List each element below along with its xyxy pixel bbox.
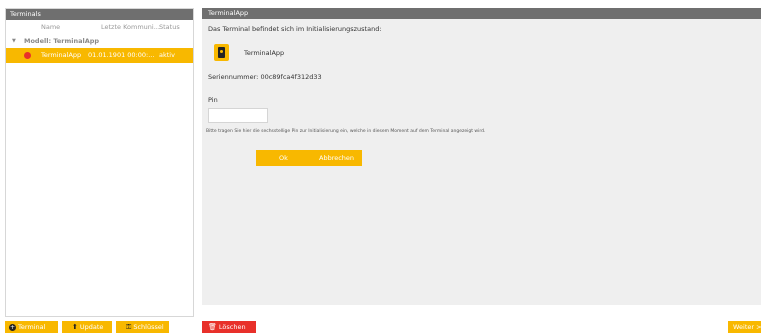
column-last-communication[interactable]: Letzte Kommuni...: [101, 20, 160, 35]
delete-button[interactable]: 🗑 Löschen: [202, 321, 256, 333]
detail-panel-title: TerminalApp: [202, 8, 761, 19]
terminal-detail-panel: TerminalApp Das Terminal befindet sich i…: [202, 8, 761, 305]
pin-hint: Bitte tragen Sie hier die sechsstellige …: [206, 129, 486, 134]
terminal-app-icon: [214, 44, 229, 61]
serial-number: Seriennummer: 00c89fca4f312d33: [208, 73, 322, 81]
key-label: Schlüssel: [133, 323, 164, 331]
next-label: Weiter: [733, 323, 755, 331]
chevron-down-icon[interactable]: ▼: [12, 35, 16, 48]
cancel-button[interactable]: Abbrechen: [319, 150, 354, 166]
update-label: Update: [79, 323, 104, 331]
terminal-app-name: TerminalApp: [244, 49, 285, 57]
status-dot-icon: [24, 52, 31, 59]
add-terminal-button[interactable]: + Terminal: [5, 321, 58, 333]
key-icon: ⚿: [126, 323, 132, 331]
pin-input[interactable]: [208, 108, 268, 123]
terminal-row-status: aktiv: [159, 51, 175, 59]
upload-icon: ⬆: [72, 323, 78, 331]
next-button[interactable]: Weiter >: [728, 321, 761, 333]
terminals-column-header: Name Letzte Kommuni... Status: [6, 20, 193, 35]
init-state-message: Das Terminal befindet sich im Initialisi…: [208, 25, 382, 33]
action-button-bar: Ok Abbrechen: [256, 150, 362, 166]
key-button[interactable]: ⚿ Schlüssel: [116, 321, 169, 333]
group-label: Modell: TerminalApp: [24, 37, 100, 45]
terminals-panel-title: Terminals: [6, 9, 193, 20]
chevron-right-icon: >: [754, 323, 761, 331]
delete-label: Löschen: [218, 323, 246, 331]
column-status[interactable]: Status: [159, 20, 180, 35]
terminals-panel: Terminals Name Letzte Kommuni... Status …: [5, 8, 194, 317]
terminal-row[interactable]: TerminalApp 01.01.1901 00:00:... aktiv: [6, 48, 193, 63]
column-name[interactable]: Name: [41, 20, 60, 35]
add-terminal-label: Terminal: [18, 323, 46, 331]
pin-label: Pin: [208, 96, 218, 104]
ok-button[interactable]: Ok: [279, 150, 288, 166]
terminal-row-last-comm: 01.01.1901 00:00:...: [88, 51, 155, 59]
update-button[interactable]: ⬆ Update: [62, 321, 112, 333]
plus-icon: +: [9, 323, 16, 331]
trash-icon: 🗑: [208, 323, 217, 331]
terminal-row-name: TerminalApp: [41, 51, 82, 59]
group-row-model[interactable]: ▼ Modell: TerminalApp: [6, 35, 193, 48]
